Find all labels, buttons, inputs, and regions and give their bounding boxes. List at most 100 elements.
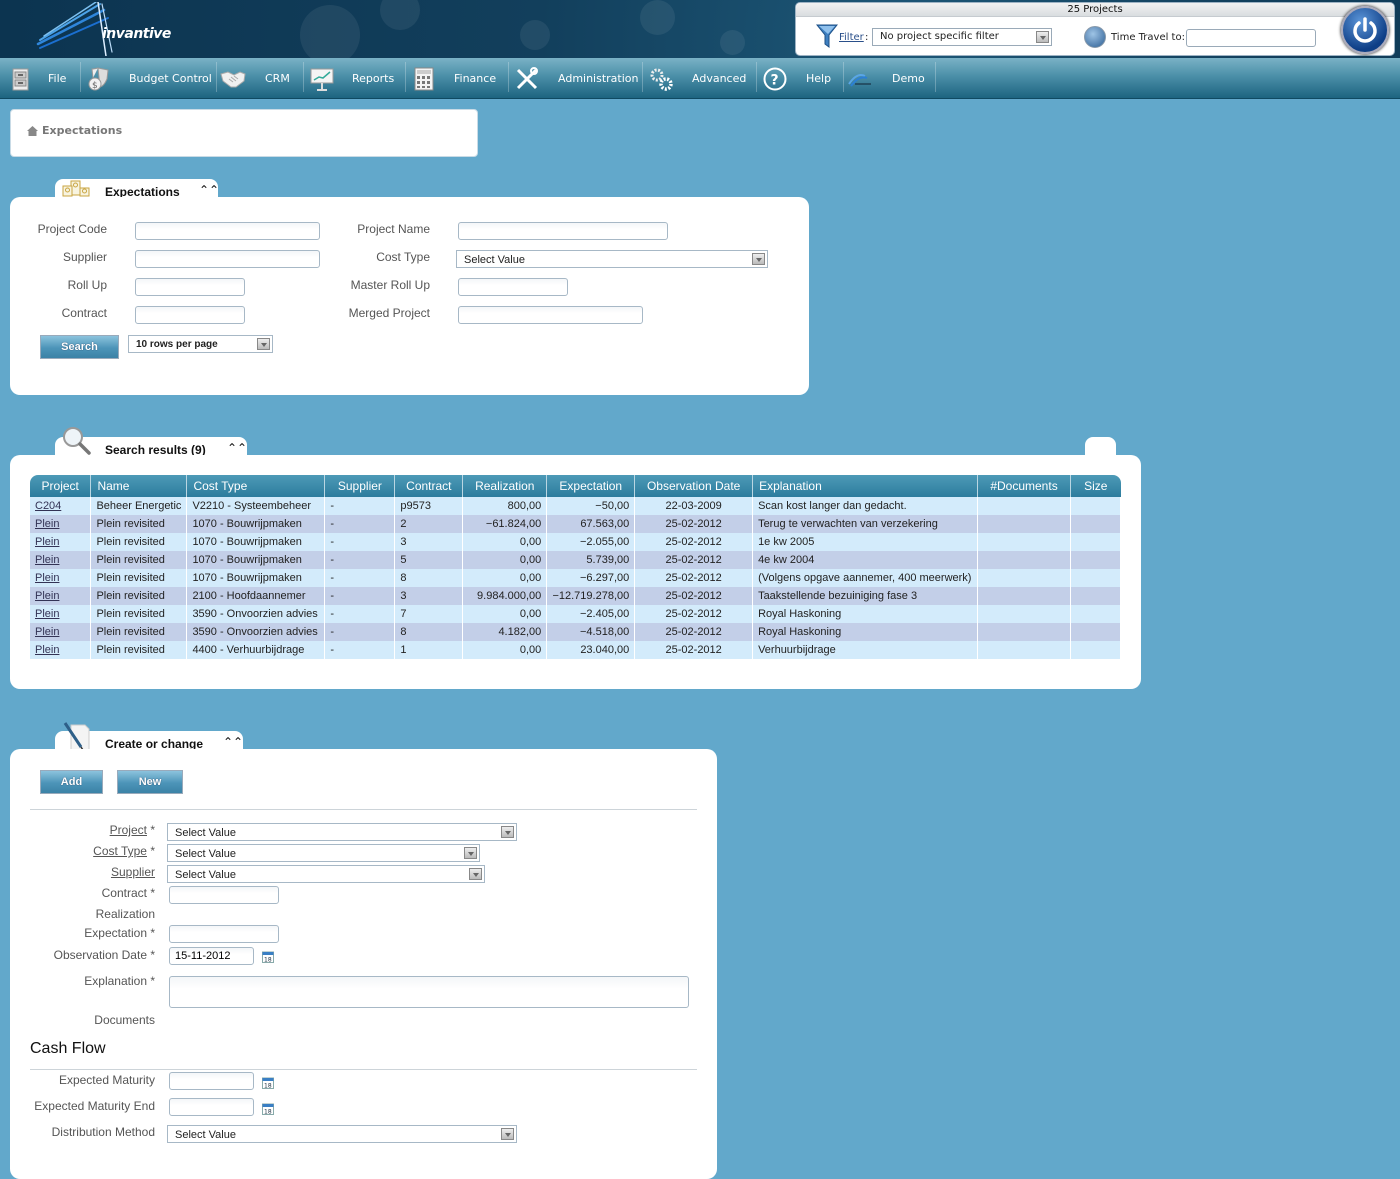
cell-observation-date: 25-02-2012 — [634, 515, 754, 533]
table-row[interactable]: Plein Plein revisited 2100 - Hoofdaannemer… — [30, 587, 1122, 605]
column-header-supplier[interactable]: Supplier — [324, 475, 396, 497]
project-link[interactable]: Plein — [35, 626, 59, 638]
column-header-explanation[interactable]: Explanation — [752, 475, 979, 497]
menu-item-budget-control[interactable]: $ Budget Control — [84, 58, 216, 99]
dropdown-arrow-icon[interactable] — [464, 847, 477, 859]
calendar-icon[interactable]: 18 — [262, 950, 274, 963]
menu-item-reports[interactable]: Reports — [307, 58, 405, 99]
cell-supplier: - — [324, 587, 396, 605]
expected-maturity-end-label: Expected Maturity End — [34, 1099, 155, 1113]
master-roll-up-input[interactable] — [458, 278, 568, 296]
filter-funnel-icon[interactable] — [816, 23, 838, 49]
cell-cost-type: 1070 - Bouwrijpmaken — [186, 533, 326, 551]
calendar-icon[interactable]: 18 — [262, 1076, 274, 1089]
distribution-method-select[interactable]: Select Value — [167, 1125, 517, 1143]
column-header-observation-date[interactable]: Observation Date — [634, 475, 754, 497]
table-row[interactable]: Plein Plein revisited 1070 - Bouwrijpmaken… — [30, 515, 1122, 533]
cell-name: Plein revisited — [90, 623, 188, 641]
decor-bubble — [720, 30, 745, 55]
column-header-documents[interactable]: #Documents — [977, 475, 1071, 497]
table-row[interactable]: Plein Plein revisited 1070 - Bouwrijpmaken… — [30, 569, 1122, 587]
cell-project: Plein — [30, 533, 92, 551]
supplier-input[interactable] — [135, 250, 320, 268]
project-filter-panel: 25 Projects Filter : No project specific… — [795, 2, 1395, 56]
project-link[interactable]: Plein — [35, 590, 59, 602]
project-link[interactable]: Plein — [35, 608, 59, 620]
dropdown-arrow-icon[interactable] — [257, 338, 270, 350]
magnifier-icon — [63, 427, 91, 455]
contract-field-input[interactable] — [169, 886, 279, 904]
expected-maturity-input[interactable] — [169, 1072, 254, 1090]
search-button[interactable]: Search — [40, 335, 119, 359]
menu-item-crm[interactable]: CRM — [220, 58, 303, 99]
observation-date-input[interactable] — [169, 947, 254, 965]
filter-link[interactable]: Filter — [839, 32, 864, 43]
collapse-icon[interactable]: ⌃⌃ — [223, 735, 243, 749]
project-link[interactable]: Plein — [35, 572, 59, 584]
contract-input[interactable] — [135, 306, 245, 324]
cell-project: Plein — [30, 569, 92, 587]
calendar-icon[interactable]: 18 — [262, 1102, 274, 1115]
project-select[interactable]: Select Value — [167, 823, 517, 841]
dropdown-arrow-icon[interactable] — [469, 868, 482, 880]
supplier-field-select[interactable]: Select Value — [167, 865, 485, 883]
invantive-logo[interactable]: invantive — [30, 1, 171, 57]
column-header-project[interactable]: Project — [30, 475, 92, 497]
menu-item-file[interactable]: File — [6, 58, 81, 99]
table-row[interactable]: Plein Plein revisited 1070 - Bouwrijpmaken… — [30, 533, 1122, 551]
cost-type-field-select[interactable]: Select Value — [167, 844, 480, 862]
merged-project-input[interactable] — [458, 306, 643, 324]
collapse-icon[interactable]: ⌃⌃ — [227, 441, 247, 455]
dropdown-arrow-icon[interactable] — [1036, 31, 1049, 43]
rows-per-page-select[interactable]: 10 rows per page — [128, 335, 273, 353]
project-link[interactable]: Plein — [35, 536, 59, 548]
project-link[interactable]: Plein — [35, 518, 59, 530]
logout-power-button[interactable] — [1341, 6, 1389, 54]
app-header: invantive 25 Projects Filter : No projec… — [0, 0, 1400, 65]
table-row[interactable]: Plein Plein revisited 3590 - Onvoorzien ad… — [30, 623, 1122, 641]
cell-cost-type: 4400 - Verhuurbijdrage — [186, 641, 326, 659]
decor-bubble — [380, 0, 420, 30]
project-filter-select[interactable]: No project specific filter — [872, 28, 1052, 46]
cell-name: Plein revisited — [90, 533, 188, 551]
menu-item-help[interactable]: ? Help — [760, 58, 843, 99]
column-header-realization[interactable]: Realization — [462, 475, 548, 497]
project-link[interactable]: Plein — [35, 644, 59, 656]
menu-item-demo[interactable]: Demo — [847, 58, 935, 99]
roll-up-input[interactable] — [135, 278, 245, 296]
expected-maturity-end-input[interactable] — [169, 1098, 254, 1116]
menu-item-advanced[interactable]: Advanced — [646, 58, 756, 99]
dropdown-arrow-icon[interactable] — [501, 1128, 514, 1140]
cell-documents — [977, 551, 1071, 569]
column-header-cost-type[interactable]: Cost Type — [186, 475, 326, 497]
cost-type-select[interactable]: Select Value — [456, 250, 768, 268]
project-code-input[interactable] — [135, 222, 320, 240]
menu-item-administration[interactable]: Administration — [512, 58, 642, 99]
project-name-input[interactable] — [458, 222, 668, 240]
menu-item-finance[interactable]: Finance — [409, 58, 508, 99]
add-button[interactable]: Add — [40, 770, 103, 794]
cost-type-field-link[interactable]: Cost Type — [93, 844, 147, 858]
column-header-size[interactable]: Size — [1070, 475, 1121, 497]
table-row[interactable]: Plein Plein revisited 4400 - Verhuurbijdra… — [30, 641, 1122, 659]
project-link[interactable]: Plein — [35, 554, 59, 566]
project-count: 25 Projects — [796, 3, 1394, 17]
explanation-textarea[interactable] — [169, 976, 689, 1008]
collapse-icon[interactable]: ⌃⌃ — [199, 183, 219, 197]
home-icon[interactable] — [27, 125, 38, 136]
cell-size — [1070, 569, 1122, 587]
column-header-expectation[interactable]: Expectation — [546, 475, 636, 497]
dropdown-arrow-icon[interactable] — [752, 253, 765, 265]
supplier-field-link[interactable]: Supplier — [111, 865, 155, 879]
table-row[interactable]: Plein Plein revisited 3590 - Onvoorzien ad… — [30, 605, 1122, 623]
column-header-name[interactable]: Name — [90, 475, 188, 497]
column-header-contract[interactable]: Contract — [394, 475, 464, 497]
project-link[interactable]: C204 — [35, 500, 61, 512]
expectation-field-input[interactable] — [169, 925, 279, 943]
dropdown-arrow-icon[interactable] — [501, 826, 514, 838]
new-button[interactable]: New — [117, 770, 183, 794]
table-row[interactable]: Plein Plein revisited 1070 - Bouwrijpmaken… — [30, 551, 1122, 569]
time-travel-input[interactable] — [1186, 29, 1316, 47]
table-row[interactable]: C204 Beheer Energetic V2210 - Systeembehee… — [30, 497, 1122, 515]
project-field-link[interactable]: Project — [110, 823, 147, 837]
